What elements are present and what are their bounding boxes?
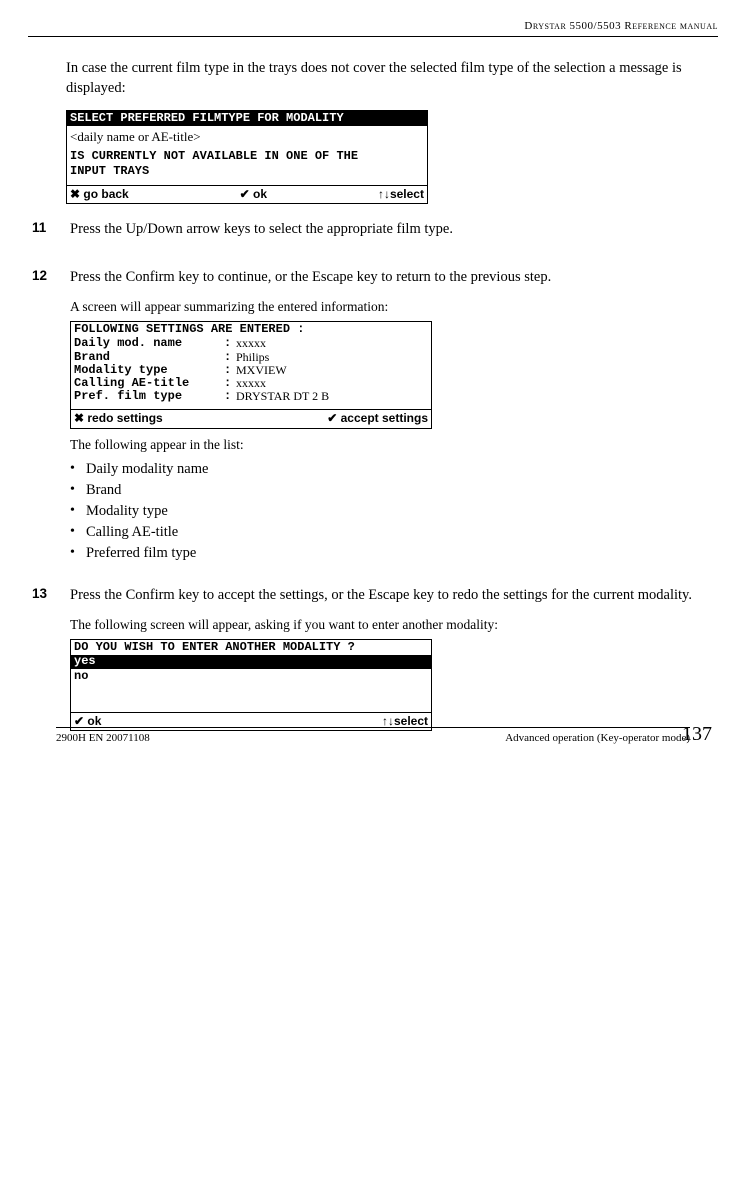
lcd-placeholder: <daily name or AE-title>	[67, 126, 427, 148]
lcd-row: Pref. film type : DRYSTAR DT 2 B	[71, 390, 431, 403]
lcd-body-line1: IS CURRENTLY NOT AVAILABLE IN ONE OF THE	[67, 149, 427, 164]
list-item: Preferred film type	[70, 543, 710, 564]
accept-settings-action: ✔ accept settings	[327, 412, 428, 425]
header-title: Drystar 5500/5503 Reference manual	[28, 20, 718, 37]
step-number: 12	[28, 268, 70, 570]
ok-action: ✔ ok	[240, 188, 267, 201]
lcd-title: FOLLOWING SETTINGS ARE ENTERED :	[71, 322, 431, 337]
lcd-row: Daily mod. name : xxxxx	[71, 337, 431, 350]
footer-section: Advanced operation (Key-operator mode)	[505, 732, 690, 744]
step-13: 13 Press the Confirm key to accept the s…	[66, 586, 710, 737]
lcd-row-label: Pref. film type	[74, 390, 224, 403]
lcd-row-label: Daily mod. name	[74, 337, 224, 350]
summary-list: Daily modality name Brand Modality type …	[70, 459, 710, 564]
lcd-filmtype-warning: SELECT PREFERRED FILMTYPE FOR MODALITY <…	[66, 110, 428, 204]
lcd-summary: FOLLOWING SETTINGS ARE ENTERED : Daily m…	[70, 321, 432, 428]
lcd-row-value: xxxxx	[236, 337, 428, 350]
lcd-row-value: DRYSTAR DT 2 B	[236, 390, 428, 403]
page-number: 137	[682, 723, 712, 746]
step-text: Press the Confirm key to accept the sett…	[70, 586, 710, 606]
list-item: Calling AE-title	[70, 522, 710, 543]
lcd-option-selected: yes	[71, 655, 431, 668]
lcd-row-value: Philips	[236, 351, 428, 364]
step-text: Press the Confirm key to continue, or th…	[70, 268, 710, 288]
list-item: Brand	[70, 480, 710, 501]
lcd-status-bar: ✖ redo settings ✔ accept settings	[71, 409, 431, 427]
intro-paragraph: In case the current film type in the tra…	[66, 59, 710, 98]
lcd-option: no	[71, 669, 431, 684]
step-text: Press the Up/Down arrow keys to select t…	[70, 220, 710, 240]
step-12: 12 Press the Confirm key to continue, or…	[66, 268, 710, 570]
go-back-action: ✖ go back	[70, 188, 129, 201]
lcd-status-bar: ✖ go back ✔ ok ↑↓select	[67, 185, 427, 203]
lcd-another-modality: DO YOU WISH TO ENTER ANOTHER MODALITY ? …	[70, 639, 432, 731]
page-footer: 2900H EN 20071108 Advanced operation (Ke…	[56, 727, 690, 744]
content-area: In case the current film type in the tra…	[28, 59, 718, 737]
step-number: 11	[28, 220, 70, 252]
list-item: Daily modality name	[70, 459, 710, 480]
list-intro: The following appear in the list:	[70, 437, 710, 453]
step-subtext: A screen will appear summarizing the ent…	[70, 299, 710, 315]
step-subtext: The following screen will appear, asking…	[70, 617, 710, 633]
page: Drystar 5500/5503 Reference manual In ca…	[0, 0, 746, 1186]
redo-settings-action: ✖ redo settings	[74, 412, 163, 425]
step-number: 13	[28, 586, 70, 737]
lcd-title: SELECT PREFERRED FILMTYPE FOR MODALITY	[67, 111, 427, 126]
lcd-row-label: Brand	[74, 351, 224, 364]
lcd-row: Brand : Philips	[71, 351, 431, 364]
step-11: 11 Press the Up/Down arrow keys to selec…	[66, 220, 710, 252]
lcd-title: DO YOU WISH TO ENTER ANOTHER MODALITY ?	[71, 640, 431, 655]
list-item: Modality type	[70, 501, 710, 522]
select-action: ↑↓select	[378, 188, 424, 201]
lcd-body-line2: INPUT TRAYS	[67, 164, 427, 179]
footer-doc-id: 2900H EN 20071108	[56, 732, 150, 744]
